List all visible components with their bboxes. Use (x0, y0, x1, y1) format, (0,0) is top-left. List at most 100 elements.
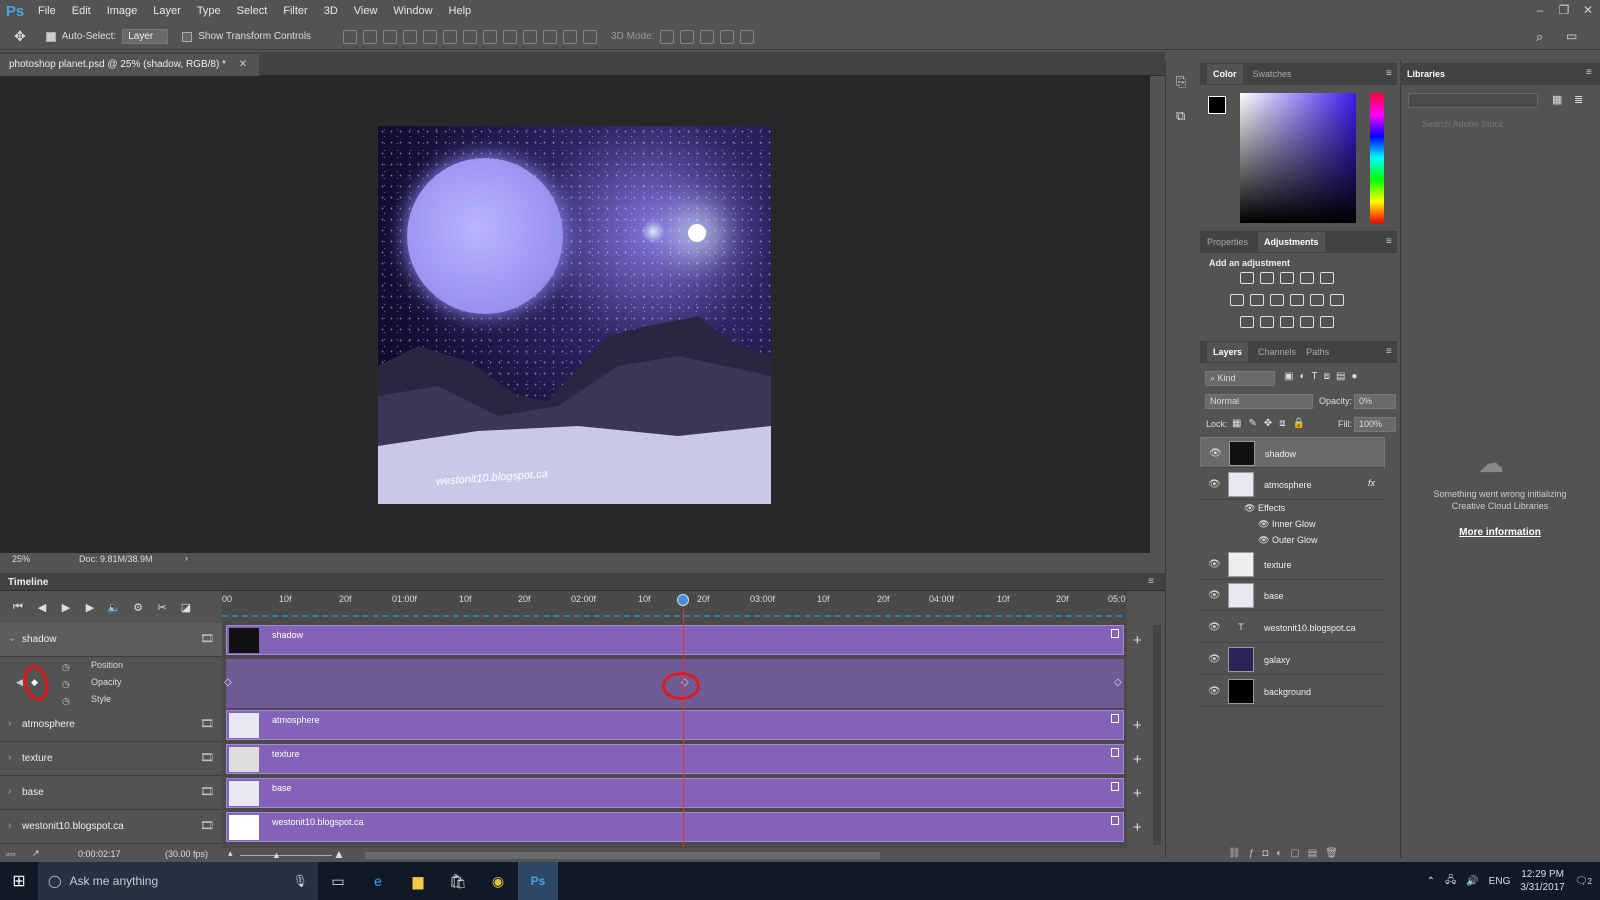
expand-caret-icon[interactable]: › (8, 786, 11, 797)
workspace-icon[interactable]: ▭ (1566, 29, 1577, 43)
track-watermark[interactable]: › westonit10.blogspot.ca 🎞 (0, 810, 222, 844)
eye-icon[interactable]: 👁 (1208, 590, 1221, 601)
volume-icon[interactable]: 🔊 (1466, 876, 1478, 887)
menu-help[interactable]: Help (441, 0, 480, 22)
next-frame-icon[interactable]: ▶ (80, 601, 100, 614)
invert-icon[interactable] (1240, 316, 1254, 328)
library-select[interactable] (1408, 93, 1538, 108)
film-icon[interactable]: 🎞 (200, 632, 214, 645)
language-indicator[interactable]: ENG (1489, 876, 1511, 887)
menu-layer[interactable]: Layer (145, 0, 189, 22)
expand-caret-icon[interactable]: › (8, 820, 11, 831)
photoshop-taskbar-icon[interactable]: Ps (518, 862, 558, 900)
eye-icon[interactable]: 👁 (1208, 654, 1221, 665)
settings-gear-icon[interactable]: ⚙ (128, 601, 148, 614)
timeline-scrollbar[interactable] (1153, 625, 1161, 845)
align-left-icon[interactable] (403, 29, 418, 44)
timeline-ruler[interactable]: 00 10f 20f 01:00f 10f 20f 02:00f 10f 20f… (222, 591, 1127, 623)
align-middle-icon[interactable] (363, 29, 378, 44)
hue-saturation-icon[interactable] (1230, 294, 1244, 306)
close-icon[interactable]: ✕ (1576, 0, 1600, 22)
add-media-icon[interactable]: + (1133, 751, 1142, 768)
hue-slider[interactable] (1370, 93, 1384, 223)
work-area-bar[interactable] (222, 615, 1122, 617)
menu-select[interactable]: Select (229, 0, 276, 22)
eye-icon[interactable]: 👁 (1258, 535, 1272, 545)
curves-icon[interactable] (1280, 272, 1294, 284)
exposure-icon[interactable] (1300, 272, 1314, 284)
clip-end-icon[interactable] (1111, 782, 1119, 791)
more-information-link[interactable]: More information (1420, 527, 1580, 538)
layer-atmosphere[interactable]: 👁 atmosphere fx (1200, 469, 1385, 500)
black-white-icon[interactable] (1270, 294, 1284, 306)
selective-color-icon[interactable] (1300, 316, 1314, 328)
color-balance-icon[interactable] (1250, 294, 1264, 306)
grid-view-icon[interactable]: ▦ (1552, 93, 1562, 106)
microphone-icon[interactable]: 🎙 (293, 874, 308, 888)
audio-icon[interactable]: 🔈 (104, 601, 124, 614)
distribute-center-icon[interactable] (543, 29, 558, 44)
effect-inner-glow[interactable]: 👁 Inner Glow (1258, 519, 1315, 530)
zoom-out-icon[interactable]: ▴ (228, 848, 233, 859)
effect-outer-glow[interactable]: 👁 Outer Glow (1258, 535, 1317, 546)
stock-search-input[interactable] (1408, 116, 1592, 131)
fx-badge[interactable]: fx (1368, 478, 1375, 488)
eye-icon[interactable]: 👁 (1209, 448, 1222, 459)
distribute-top-icon[interactable] (463, 29, 478, 44)
timeline-h-scroll[interactable] (365, 852, 880, 859)
track-atmosphere[interactable]: › atmosphere 🎞 (0, 708, 222, 742)
artwork-canvas[interactable]: westonit10.blogspot.ca (378, 126, 771, 504)
3d-camera-icon[interactable] (740, 29, 755, 44)
color-lookup-icon[interactable] (1330, 294, 1344, 306)
track-texture[interactable]: › texture 🎞 (0, 742, 222, 776)
blend-mode-select[interactable]: Normal (1205, 394, 1313, 409)
first-frame-icon[interactable]: ⏮ (8, 601, 28, 614)
tab-swatches[interactable]: Swatches (1253, 69, 1292, 79)
layer-watermark[interactable]: 👁 Twestonit10.blogspot.ca (1200, 612, 1385, 643)
clip-end-icon[interactable] (1111, 816, 1119, 825)
zoom-slider-thumb[interactable]: ▲ (272, 850, 281, 860)
color-picker-field[interactable] (1240, 93, 1356, 223)
search-icon[interactable]: ⌕ (1536, 29, 1543, 45)
menu-filter[interactable]: Filter (275, 0, 315, 22)
gradient-map-icon[interactable] (1320, 316, 1334, 328)
auto-align-icon[interactable] (583, 29, 598, 44)
menu-3d[interactable]: 3D (316, 0, 346, 22)
posterize-icon[interactable] (1260, 316, 1274, 328)
3d-orbit-icon[interactable] (660, 29, 675, 44)
tab-adjustments[interactable]: Adjustments (1258, 232, 1325, 252)
restore-icon[interactable]: ❐ (1552, 0, 1576, 22)
track-shadow[interactable]: ⌄ shadow 🎞 (0, 623, 222, 657)
playhead-handle[interactable] (677, 594, 689, 606)
menu-view[interactable]: View (346, 0, 386, 22)
zoom-level[interactable]: 25% (12, 554, 30, 564)
play-icon[interactable]: ▶ (56, 601, 76, 614)
distribute-right-icon[interactable] (563, 29, 578, 44)
expand-caret-icon[interactable]: › (8, 718, 11, 729)
layer-galaxy[interactable]: 👁 galaxy (1200, 644, 1385, 675)
menu-window[interactable]: Window (385, 0, 440, 22)
clip-base[interactable]: base (226, 778, 1124, 808)
clip-atmosphere[interactable]: atmosphere (226, 710, 1124, 740)
eye-icon[interactable]: 👁 (1244, 503, 1258, 513)
eye-icon[interactable]: 👁 (1208, 479, 1221, 490)
eye-icon[interactable]: 👁 (1208, 559, 1221, 570)
film-icon[interactable]: 🎞 (200, 785, 214, 798)
store-icon[interactable]: 🛍 (438, 873, 478, 890)
clip-watermark[interactable]: westonit10.blogspot.ca (226, 812, 1124, 842)
film-icon[interactable]: 🎞 (200, 751, 214, 764)
vibrance-icon[interactable] (1320, 272, 1334, 284)
filter-kind-select[interactable]: ⌕ Kind (1205, 371, 1275, 386)
foreground-color-swatch[interactable] (1208, 96, 1226, 114)
menu-type[interactable]: Type (189, 0, 229, 22)
layer-shadow[interactable]: 👁 shadow (1200, 437, 1385, 468)
menu-file[interactable]: File (30, 0, 64, 22)
move-tool-icon[interactable]: ✥ (14, 28, 26, 45)
tab-channels[interactable]: Channels (1258, 347, 1296, 357)
clip-shadow[interactable]: shadow (226, 625, 1124, 655)
brightness-icon[interactable] (1240, 272, 1254, 284)
document-tab[interactable]: photoshop planet.psd @ 25% (shadow, RGB/… (0, 54, 260, 76)
tab-properties[interactable]: Properties (1207, 237, 1248, 247)
film-icon[interactable]: 🎞 (200, 717, 214, 730)
expand-caret-icon[interactable]: ⌄ (8, 633, 16, 644)
